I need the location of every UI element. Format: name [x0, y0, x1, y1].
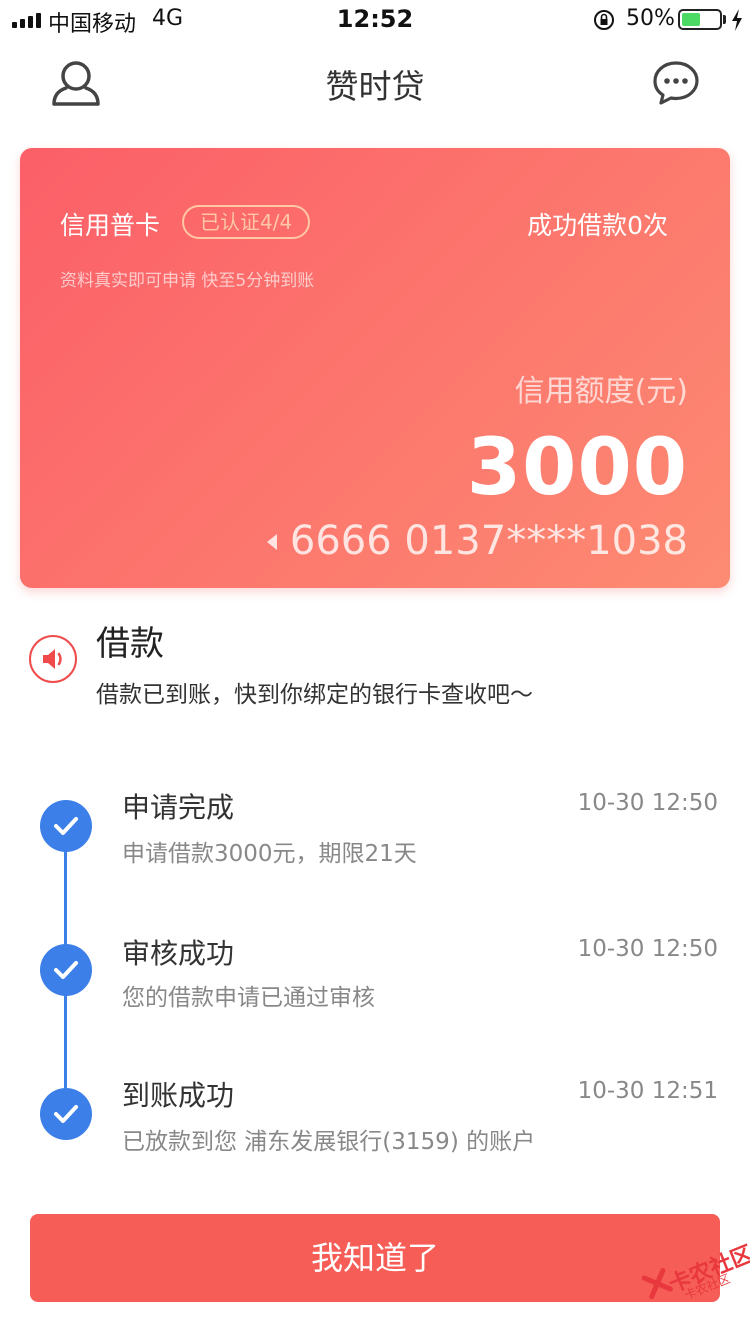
verified-badge: 已认证4/4 [182, 205, 311, 239]
speaker-icon [29, 635, 77, 683]
battery-cap [723, 15, 726, 24]
credit-limit-amount: 3000 [466, 423, 688, 513]
acknowledge-button[interactable]: 我知道了 [30, 1214, 720, 1302]
credit-card[interactable]: 信用普卡 已认证4/4 成功借款0次 资料真实即可申请 快至5分钟到账 信用额度… [20, 148, 730, 588]
step-description: 申请借款3000元，期限21天 [122, 841, 417, 867]
message-icon[interactable] [652, 60, 700, 106]
notice-title: 借款 [96, 624, 164, 664]
page-title: 赞时贷 [325, 67, 425, 106]
card-type-label: 信用普卡 [60, 211, 161, 240]
timeline-step: 申请完成 10-30 12:50 申请借款3000元，期限21天 [0, 780, 750, 880]
charging-icon [732, 9, 742, 31]
success-count: 成功借款0次 [527, 211, 668, 240]
check-icon [40, 1088, 92, 1140]
check-icon [40, 944, 92, 996]
step-description: 已放款到您 浦东发展银行(3159) 的账户 [122, 1129, 536, 1155]
step-title: 申请完成 [122, 791, 235, 824]
credit-limit-label: 信用额度(元) [514, 374, 688, 409]
step-time: 10-30 12:50 [577, 936, 718, 962]
check-icon [40, 800, 92, 852]
step-title: 审核成功 [122, 937, 235, 970]
timeline-step: 到账成功 10-30 12:51 已放款到您 浦东发展银行(3159) 的账户 [0, 1066, 750, 1166]
status-bar: 中国移动 4G 12:52 50% [0, 0, 750, 40]
notice-text: 借款已到账，快到你绑定的银行卡查收吧～ [96, 682, 533, 708]
card-hint: 资料真实即可申请 快至5分钟到账 [60, 271, 315, 291]
timeline-step: 审核成功 10-30 12:50 您的借款申请已通过审核 [0, 924, 750, 1024]
step-title: 到账成功 [122, 1079, 235, 1112]
bank-card-number: 6666 0137****1038 [289, 518, 688, 564]
battery-icon [678, 9, 722, 30]
nav-bar: 赞时贷 [0, 40, 750, 130]
caret-left-icon [267, 534, 277, 550]
battery-percent: 50% [626, 6, 675, 31]
step-time: 10-30 12:51 [577, 1078, 718, 1104]
rotation-lock-icon [594, 10, 614, 30]
step-time: 10-30 12:50 [577, 790, 718, 816]
step-description: 您的借款申请已通过审核 [122, 985, 375, 1011]
battery-level-fill [682, 13, 700, 26]
